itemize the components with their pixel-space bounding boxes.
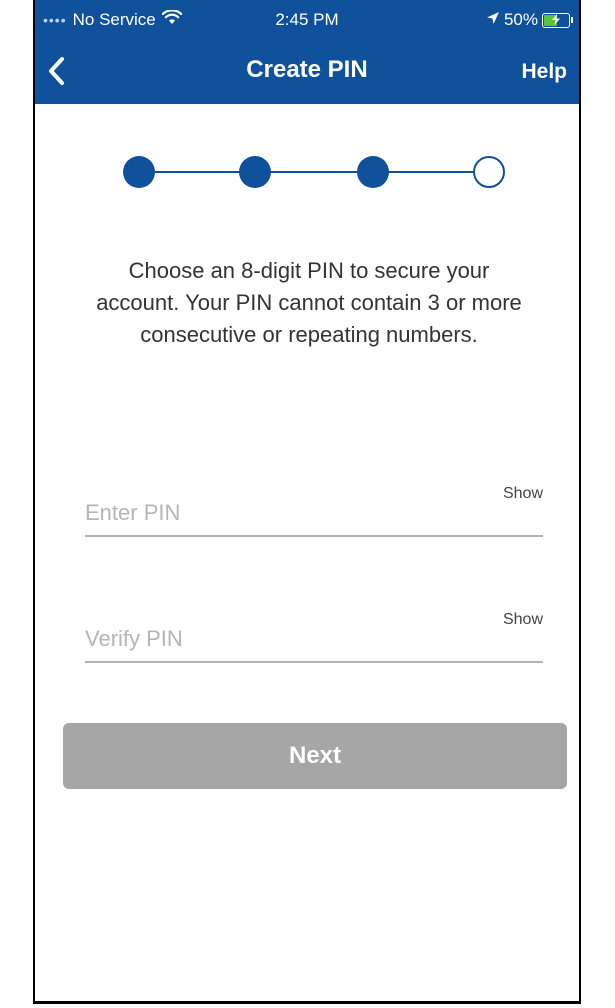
- progress-connector: [373, 171, 489, 173]
- phone-screen: •••• No Service 2:45 PM 50% Create PIN H…: [33, 0, 581, 1004]
- nav-bar: Create PIN Help: [35, 40, 579, 104]
- progress-step-2: [239, 156, 271, 188]
- next-button[interactable]: Next: [63, 723, 567, 789]
- app-header: •••• No Service 2:45 PM 50% Create PIN H…: [35, 0, 579, 104]
- battery-charging-icon: [542, 12, 570, 28]
- progress-step-1: [123, 156, 155, 188]
- progress-step-3: [357, 156, 389, 188]
- verify-pin-show-toggle[interactable]: Show: [503, 611, 543, 629]
- enter-pin-input[interactable]: [85, 497, 485, 529]
- pin-instructions: Choose an 8-digit PIN to secure your acc…: [96, 258, 522, 347]
- progress-step-4: [473, 156, 505, 188]
- progress-connector: [255, 171, 373, 173]
- enter-pin-field: Show: [85, 485, 543, 537]
- enter-pin-show-toggle[interactable]: Show: [503, 485, 543, 503]
- help-link[interactable]: Help: [521, 60, 567, 84]
- page-title: Create PIN: [246, 56, 368, 83]
- location-arrow-icon: [486, 10, 500, 30]
- battery-cap: [571, 17, 573, 23]
- verify-pin-input[interactable]: [85, 623, 485, 655]
- verify-pin-field: Show: [85, 611, 543, 663]
- progress-connector: [139, 171, 255, 173]
- battery-percent: 50%: [503, 10, 538, 29]
- status-right: 50%: [486, 10, 573, 30]
- status-bar: •••• No Service 2:45 PM 50%: [35, 0, 579, 40]
